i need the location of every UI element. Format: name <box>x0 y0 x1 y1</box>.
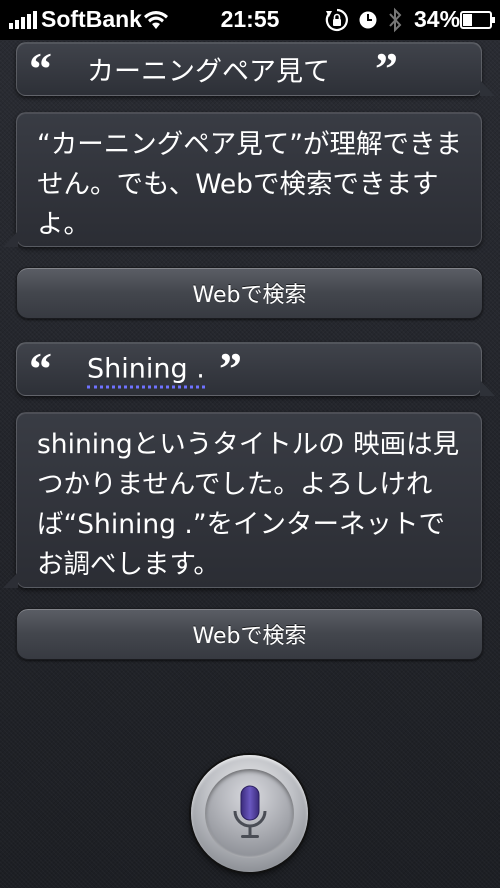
siri-response-bubble: “カーニングペア見て”が理解できません。でも、Webで検索できますよ。 <box>3 112 482 247</box>
web-search-button[interactable]: Webで検索 <box>16 608 483 660</box>
microphone-icon <box>233 785 267 838</box>
open-quote-glyph: “ <box>29 343 52 394</box>
battery-icon <box>460 11 495 29</box>
open-quote-glyph: “ <box>29 43 52 94</box>
user-query-bubble[interactable]: “ カーニングペア見て ” <box>16 42 495 96</box>
bluetooth-icon <box>389 7 402 33</box>
user-query-text: カーニングペア見て <box>87 56 330 88</box>
rotation-lock-icon <box>325 8 348 32</box>
spelling-underline-text[interactable]: Shining . <box>87 353 205 389</box>
battery-percent: 34% <box>414 6 461 32</box>
user-query-text: Shining . <box>87 353 205 389</box>
user-query-bubble[interactable]: “ Shining . ” <box>16 342 495 396</box>
siri-microphone-button[interactable] <box>191 755 308 872</box>
status-bar: SoftBank 21:55 34% <box>0 0 500 40</box>
siri-response-text: “カーニングペア見て”が理解できません。でも、Webで検索できますよ。 <box>37 129 462 240</box>
siri-response-bubble: shiningというタイトルの 映画は見つかりませんでした。よろしければ“Shi… <box>3 412 482 588</box>
alarm-icon <box>359 11 377 29</box>
mic-button-inner <box>205 769 294 858</box>
siri-response-text: shiningというタイトルの 映画は見つかりませんでした。よろしければ“Shi… <box>37 429 460 580</box>
web-search-button[interactable]: Webで検索 <box>16 267 483 319</box>
close-quote-glyph: ” <box>375 43 398 94</box>
close-quote-glyph: ” <box>219 343 242 394</box>
